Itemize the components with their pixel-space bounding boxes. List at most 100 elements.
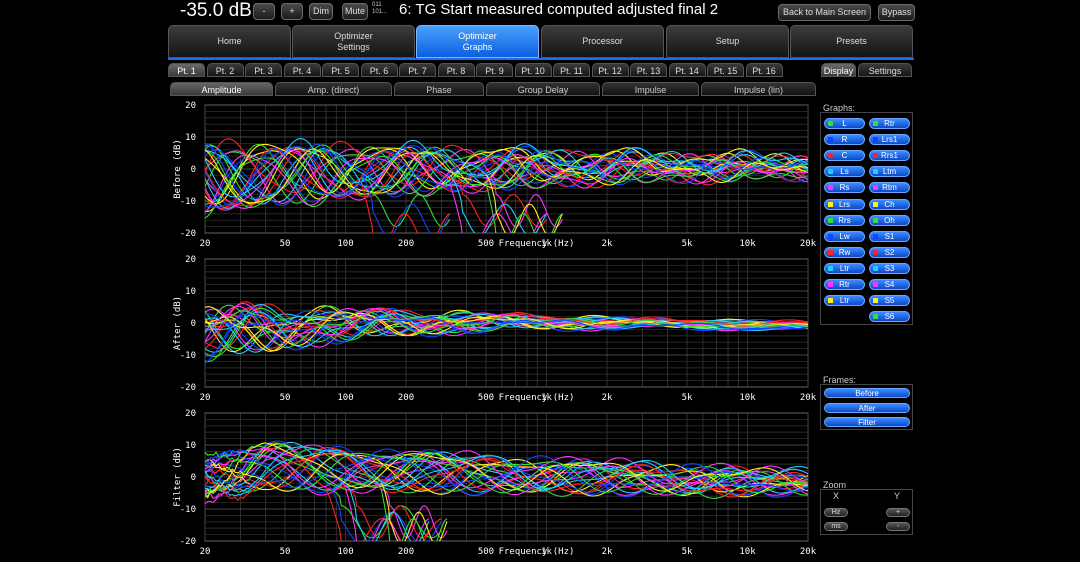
channel-button-s6[interactable]: S6 (869, 311, 910, 323)
channel-button-rtr[interactable]: Rtr (824, 279, 865, 290)
channel-button-lw[interactable]: Lw (824, 230, 865, 242)
tab-point-5[interactable]: Pt. 5 (322, 63, 359, 77)
tab-point-12[interactable]: Pt. 12 (591, 63, 629, 77)
channel-color-swatch (828, 217, 833, 223)
channel-color-swatch (873, 201, 878, 207)
tab-display[interactable]: Display (821, 63, 856, 77)
volume-up-button[interactable]: + (281, 3, 303, 20)
channel-label: Ch (884, 199, 895, 209)
frame-button-before[interactable]: Before (824, 388, 910, 398)
channel-button-l[interactable]: L (824, 118, 865, 129)
tab-point-4[interactable]: Pt. 4 (283, 63, 321, 77)
zoom-x-hz-button[interactable]: Hz (824, 508, 848, 517)
tab-settings[interactable]: Settings (858, 63, 912, 77)
channel-button-c[interactable]: C (824, 150, 865, 162)
tab-point-1[interactable]: Pt. 1 (168, 63, 205, 77)
x-tick-label: 200 (398, 393, 414, 403)
y-axis-label: Before (dB) (173, 139, 183, 199)
tab-point-16[interactable]: Pt. 16 (745, 63, 783, 77)
channel-color-swatch (873, 217, 878, 223)
channel-button-rtr[interactable]: Rtr (869, 118, 910, 129)
channel-label: S3 (884, 263, 895, 273)
channel-button-rrs[interactable]: Rrs (824, 214, 865, 226)
tab-main-presets[interactable]: Presets (790, 25, 913, 58)
x-tick-label: 20k (800, 239, 817, 249)
tab-point-2[interactable]: Pt. 2 (206, 63, 244, 77)
x-tick-label: 5k (682, 547, 693, 557)
channel-button-rw[interactable]: Rw (824, 246, 865, 258)
bypass-button[interactable]: Bypass (878, 4, 915, 21)
x-tick-label: 2k (602, 393, 613, 403)
channel-button-ltr[interactable]: Ltr (824, 262, 865, 274)
channel-color-swatch (873, 121, 878, 126)
channel-color-swatch (873, 249, 878, 255)
tab-graph-impulse-lin[interactable]: Impulse (lin) (701, 82, 816, 96)
channel-color-swatch (828, 137, 833, 143)
channel-label: S4 (884, 280, 895, 289)
volume-down-button[interactable]: - (253, 3, 275, 20)
x-tick-label: 5k (682, 393, 693, 403)
tab-point-14[interactable]: Pt. 14 (668, 63, 706, 77)
channel-button-ls[interactable]: Ls (824, 166, 865, 178)
channel-button-s5[interactable]: S5 (869, 295, 910, 307)
graphs-area[interactable]: 20100-10-2020 50 100 200 500 1k 2k 5k 10k 20kFreq… (168, 97, 818, 562)
channel-color-swatch (873, 314, 878, 320)
channel-button-s2[interactable]: S2 (869, 246, 910, 258)
tab-point-3[interactable]: Pt. 3 (245, 63, 282, 77)
tab-graph-group-delay[interactable]: Group Delay (486, 82, 600, 96)
channel-button-lrs[interactable]: Lrs (824, 198, 865, 210)
tab-main-optimizer-settings[interactable]: Optimizer Settings (292, 25, 415, 58)
channel-button-ch[interactable]: Ch (869, 198, 910, 210)
channel-button-s4[interactable]: S4 (869, 279, 910, 290)
back-to-main-screen-button[interactable]: Back to Main Screen (778, 4, 871, 21)
channel-button-lrs1[interactable]: Lrs1 (869, 134, 910, 146)
channel-label: S2 (884, 247, 895, 257)
tab-point-15[interactable]: Pt. 15 (707, 63, 744, 77)
y-tick-label: -20 (180, 229, 196, 239)
channel-label: Rrs1 (881, 151, 898, 161)
y-tick-label: 0 (191, 165, 196, 175)
channel-button-rtm[interactable]: Rtm (869, 182, 910, 194)
tab-point-10[interactable]: Pt. 10 (514, 63, 552, 77)
tab-point-13[interactable]: Pt. 13 (630, 63, 667, 77)
tab-main-optimizer-graphs[interactable]: Optimizer Graphs (416, 25, 539, 58)
tab-point-11[interactable]: Pt. 11 (553, 63, 590, 77)
tab-graph-impulse[interactable]: Impulse (602, 82, 699, 96)
channel-button-ltr[interactable]: Ltr (824, 295, 865, 307)
y-tick-label: -20 (180, 537, 196, 547)
tab-graph-amp-direct[interactable]: Amp. (direct) (275, 82, 392, 96)
channel-button-rs[interactable]: Rs (824, 182, 865, 194)
y-axis-label: Filter (dB) (173, 447, 183, 507)
main-tab-label-line2: Graphs (462, 41, 493, 52)
tab-main-setup[interactable]: Setup (666, 25, 789, 58)
zoom-x-ms-button[interactable]: ms (824, 522, 848, 531)
tab-graph-phase[interactable]: Phase (394, 82, 484, 96)
tab-point-6[interactable]: Pt. 6 (360, 63, 398, 77)
tab-graph-amplitude[interactable]: Amplitude (170, 82, 273, 96)
y-tick-label: 20 (185, 101, 196, 111)
channel-button-oh[interactable]: Oh (869, 214, 910, 226)
zoom-y-in-button[interactable]: + (886, 508, 910, 517)
channel-button-s3[interactable]: S3 (869, 262, 910, 274)
tab-main-processor[interactable]: Processor (541, 25, 664, 58)
frame-button-after[interactable]: After (824, 402, 910, 413)
zoom-y-out-button[interactable]: - (886, 522, 910, 531)
tab-main-home[interactable]: Home (168, 25, 291, 58)
tab-point-8[interactable]: Pt. 8 (437, 63, 475, 77)
dim-button[interactable]: Dim (309, 3, 333, 20)
channel-color-swatch (873, 233, 878, 239)
channel-button-ltm[interactable]: Ltm (869, 166, 910, 178)
main-tab-label-line2: Settings (337, 41, 370, 52)
x-tick-label: 20 (200, 547, 211, 557)
channel-button-rrs1[interactable]: Rrs1 (869, 150, 910, 162)
mute-button[interactable]: Mute (342, 3, 368, 20)
tab-point-9[interactable]: Pt. 9 (476, 63, 513, 77)
tab-point-7[interactable]: Pt. 7 (399, 63, 436, 77)
channel-button-r[interactable]: R (824, 134, 865, 146)
preset-title: 6: TG Start measured computed adjusted f… (399, 1, 719, 18)
frame-button-filter[interactable]: Filter (824, 417, 910, 427)
x-tick-label: 2k (602, 239, 613, 249)
main-tab-label-line1: Setup (715, 36, 740, 46)
channel-button-s1[interactable]: S1 (869, 230, 910, 242)
channel-color-swatch (828, 249, 833, 255)
